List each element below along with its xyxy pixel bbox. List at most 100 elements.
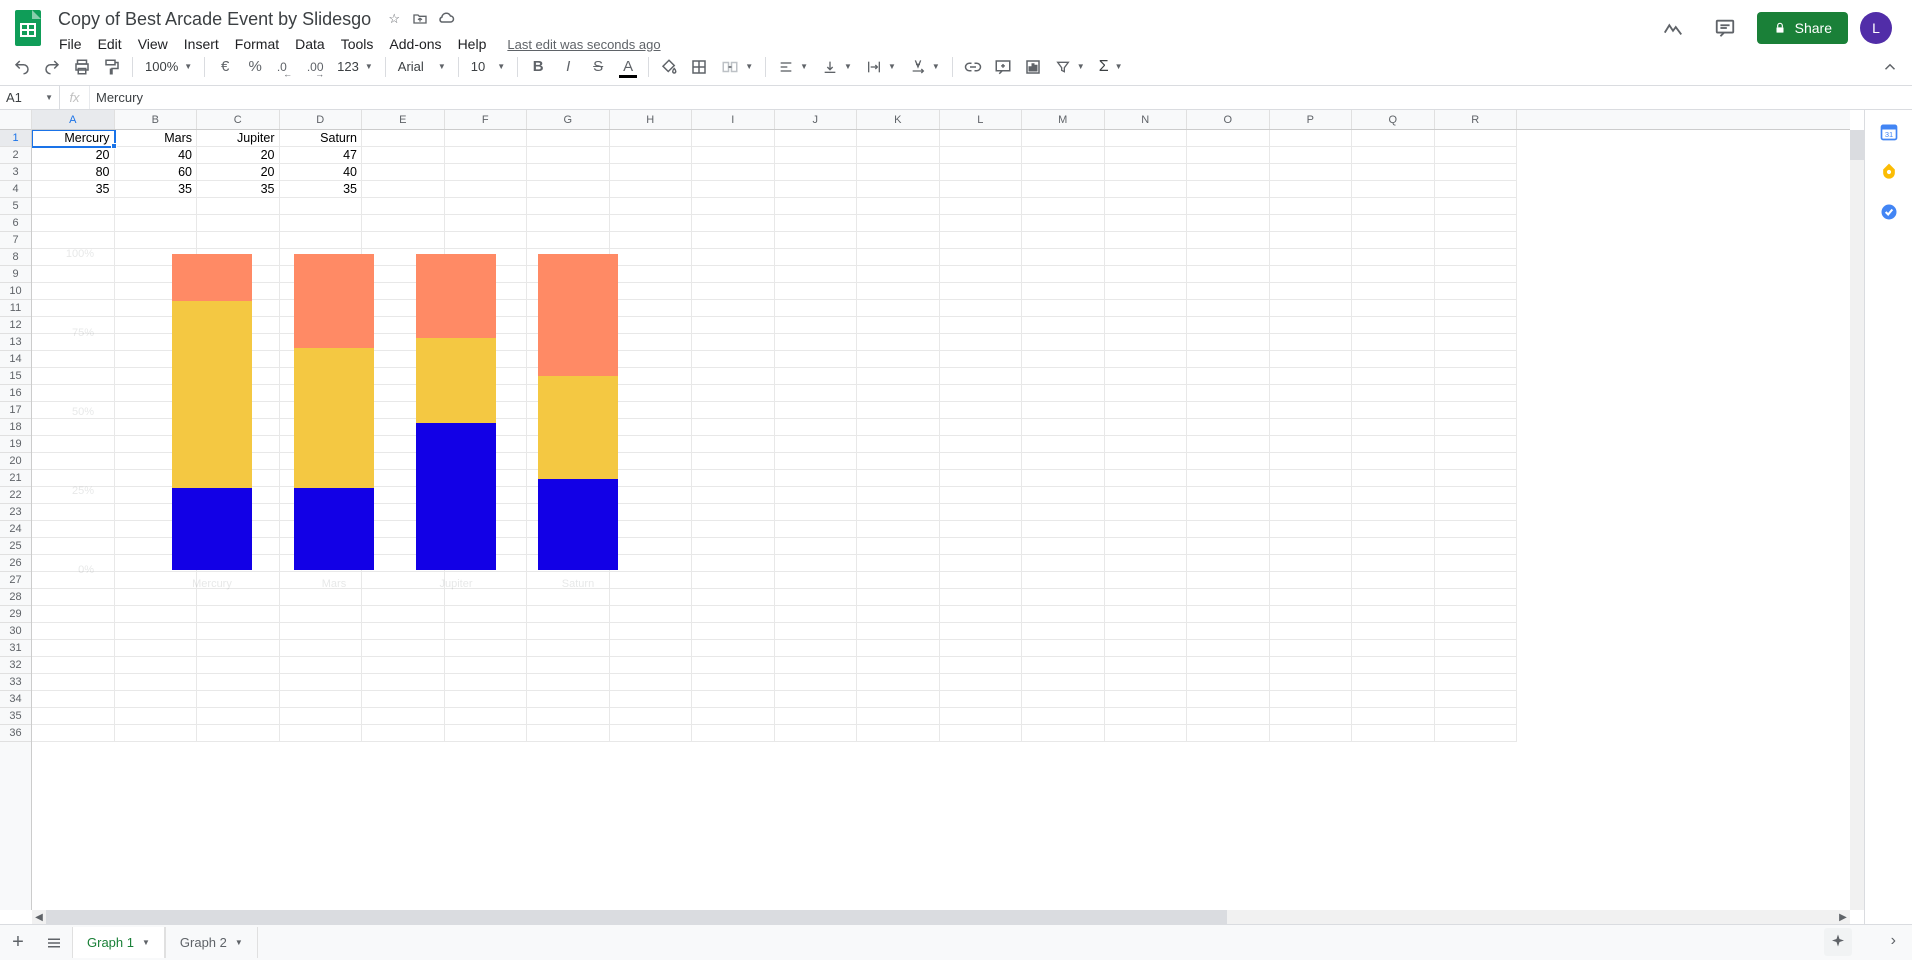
cell-K16[interactable] xyxy=(857,385,940,402)
cell-M14[interactable] xyxy=(1022,351,1105,368)
comments-icon[interactable] xyxy=(1705,8,1745,48)
cell-P12[interactable] xyxy=(1270,317,1353,334)
cell-M6[interactable] xyxy=(1022,215,1105,232)
cell-O24[interactable] xyxy=(1187,521,1270,538)
cell-P11[interactable] xyxy=(1270,300,1353,317)
row-header-14[interactable]: 14 xyxy=(0,351,31,368)
cell-D5[interactable] xyxy=(280,198,363,215)
cell-O21[interactable] xyxy=(1187,470,1270,487)
doc-title[interactable]: Copy of Best Arcade Event by Slidesgo xyxy=(52,7,377,32)
cell-O26[interactable] xyxy=(1187,555,1270,572)
all-sheets-icon[interactable] xyxy=(36,925,72,961)
cell-G31[interactable] xyxy=(527,640,610,657)
cell-I6[interactable] xyxy=(692,215,775,232)
cell-F33[interactable] xyxy=(445,674,528,691)
cell-J18[interactable] xyxy=(775,419,858,436)
horizontal-scrollbar[interactable]: ◀ ▶ xyxy=(32,910,1850,924)
cell-C1[interactable]: Jupiter xyxy=(197,130,280,147)
cell-P9[interactable] xyxy=(1270,266,1353,283)
row-header-2[interactable]: 2 xyxy=(0,147,31,164)
cell-Q32[interactable] xyxy=(1352,657,1435,674)
cell-P31[interactable] xyxy=(1270,640,1353,657)
account-avatar[interactable]: L xyxy=(1860,12,1892,44)
cell-R17[interactable] xyxy=(1435,402,1518,419)
cell-G36[interactable] xyxy=(527,725,610,742)
cell-H3[interactable] xyxy=(610,164,693,181)
undo-icon[interactable] xyxy=(8,53,36,81)
cell-K27[interactable] xyxy=(857,572,940,589)
row-header-22[interactable]: 22 xyxy=(0,487,31,504)
cell-J32[interactable] xyxy=(775,657,858,674)
cell-O32[interactable] xyxy=(1187,657,1270,674)
cell-K32[interactable] xyxy=(857,657,940,674)
cell-N20[interactable] xyxy=(1105,453,1188,470)
cell-R22[interactable] xyxy=(1435,487,1518,504)
cell-M20[interactable] xyxy=(1022,453,1105,470)
cell-M4[interactable] xyxy=(1022,181,1105,198)
formula-input[interactable]: Mercury xyxy=(90,90,1912,105)
cell-P10[interactable] xyxy=(1270,283,1353,300)
cell-H36[interactable] xyxy=(610,725,693,742)
text-color-icon[interactable]: A xyxy=(614,53,642,81)
cell-K8[interactable] xyxy=(857,249,940,266)
cell-Q34[interactable] xyxy=(1352,691,1435,708)
cell-A1[interactable]: Mercury xyxy=(32,130,115,147)
cell-D3[interactable]: 40 xyxy=(280,164,363,181)
cell-E34[interactable] xyxy=(362,691,445,708)
cell-R15[interactable] xyxy=(1435,368,1518,385)
cell-I22[interactable] xyxy=(692,487,775,504)
cell-B6[interactable] xyxy=(115,215,198,232)
row-header-21[interactable]: 21 xyxy=(0,470,31,487)
cell-A36[interactable] xyxy=(32,725,115,742)
cell-A30[interactable] xyxy=(32,623,115,640)
cell-D35[interactable] xyxy=(280,708,363,725)
cell-R12[interactable] xyxy=(1435,317,1518,334)
cell-O1[interactable] xyxy=(1187,130,1270,147)
cell-I24[interactable] xyxy=(692,521,775,538)
cell-F31[interactable] xyxy=(445,640,528,657)
cell-G3[interactable] xyxy=(527,164,610,181)
cell-R1[interactable] xyxy=(1435,130,1518,147)
cell-M28[interactable] xyxy=(1022,589,1105,606)
cell-N31[interactable] xyxy=(1105,640,1188,657)
chart-bar-jupiter[interactable] xyxy=(416,254,496,570)
menu-view[interactable]: View xyxy=(131,32,175,56)
font-family-select[interactable]: Arial▼ xyxy=(392,55,452,79)
cell-A28[interactable] xyxy=(32,589,115,606)
cell-J31[interactable] xyxy=(775,640,858,657)
cell-N2[interactable] xyxy=(1105,147,1188,164)
cell-C29[interactable] xyxy=(197,606,280,623)
cell-O13[interactable] xyxy=(1187,334,1270,351)
cell-R24[interactable] xyxy=(1435,521,1518,538)
cell-O27[interactable] xyxy=(1187,572,1270,589)
cell-N29[interactable] xyxy=(1105,606,1188,623)
cell-L15[interactable] xyxy=(940,368,1023,385)
cell-O3[interactable] xyxy=(1187,164,1270,181)
cell-F4[interactable] xyxy=(445,181,528,198)
cell-M34[interactable] xyxy=(1022,691,1105,708)
col-header-K[interactable]: K xyxy=(857,110,940,129)
cloud-status-icon[interactable] xyxy=(437,10,455,28)
cell-R31[interactable] xyxy=(1435,640,1518,657)
text-wrap-icon[interactable]: ▼ xyxy=(860,55,902,79)
cell-I8[interactable] xyxy=(692,249,775,266)
cell-K18[interactable] xyxy=(857,419,940,436)
col-header-E[interactable]: E xyxy=(362,110,445,129)
cell-N27[interactable] xyxy=(1105,572,1188,589)
cell-L2[interactable] xyxy=(940,147,1023,164)
cell-L35[interactable] xyxy=(940,708,1023,725)
cell-R5[interactable] xyxy=(1435,198,1518,215)
cell-M32[interactable] xyxy=(1022,657,1105,674)
cell-P17[interactable] xyxy=(1270,402,1353,419)
cell-L13[interactable] xyxy=(940,334,1023,351)
cell-H33[interactable] xyxy=(610,674,693,691)
cell-J16[interactable] xyxy=(775,385,858,402)
cell-I20[interactable] xyxy=(692,453,775,470)
cell-I27[interactable] xyxy=(692,572,775,589)
cell-N1[interactable] xyxy=(1105,130,1188,147)
cell-J14[interactable] xyxy=(775,351,858,368)
h-align-icon[interactable]: ▼ xyxy=(772,55,814,79)
cell-G5[interactable] xyxy=(527,198,610,215)
activity-icon[interactable] xyxy=(1653,8,1693,48)
cell-N4[interactable] xyxy=(1105,181,1188,198)
